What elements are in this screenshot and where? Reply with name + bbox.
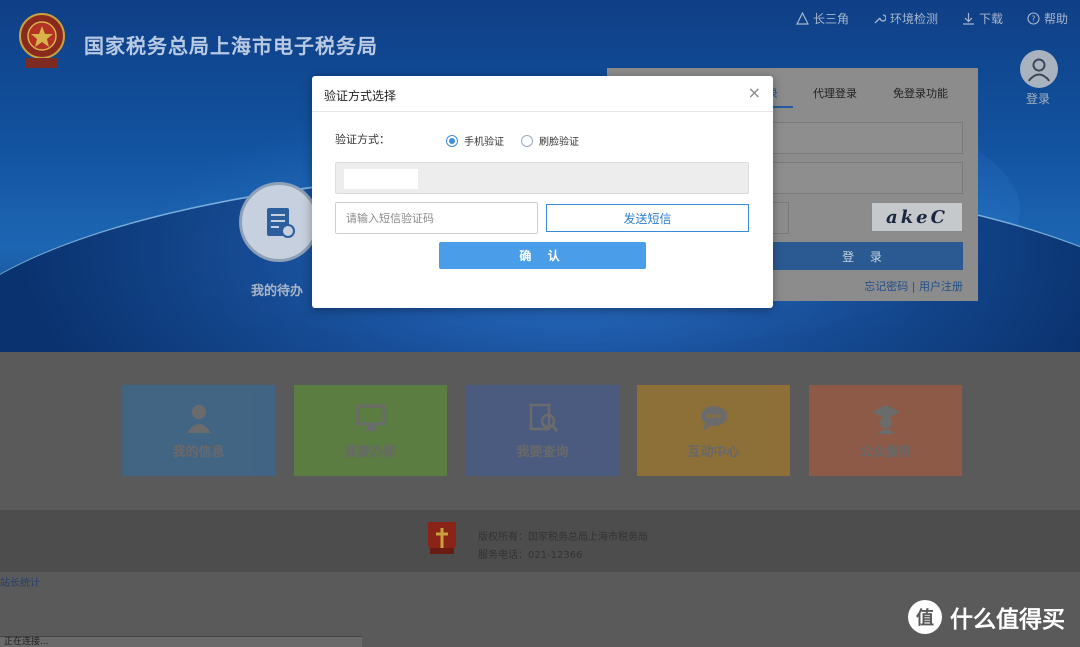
username-field[interactable] [767,122,963,154]
register-link[interactable]: 用户注册 [919,280,963,293]
site-title: 国家税务总局上海市电子税务局 [84,34,378,58]
watermark: 值 什么值得买 [908,600,1065,634]
document-clock-icon [267,208,295,238]
help-circle-icon: ? [1027,12,1040,25]
nav-download[interactable]: 下载 [962,10,1003,27]
monitor-icon [356,404,385,431]
tile-my-info[interactable]: 我的信息 [122,385,275,476]
user-avatar[interactable] [1020,50,1058,88]
verification-modal: 验证方式选择 × 验证方式： 手机验证 刷脸验证 发送短信 确 认 [312,76,773,308]
captcha-image[interactable]: akeC [871,202,963,232]
sms-code-input[interactable] [335,202,538,234]
forgot-password-link[interactable]: 忘记密码 [864,280,908,293]
link-separator: | [911,280,916,293]
tile-public-service[interactable]: 公众服务 [809,385,962,476]
tab-agent-login[interactable]: 代理登录 [813,85,857,101]
nav-env-check[interactable]: 环境检测 [873,10,938,27]
method-label: 验证方式： [335,133,390,146]
watermark-badge: 值 [908,600,942,634]
modal-header: 验证方式选择 × [312,76,773,112]
nav-label: 帮助 [1043,12,1068,26]
search-doc-icon [529,403,558,432]
footer-copyright: 版权所有：国家税务总局上海市税务局 [478,532,648,543]
modal-title: 验证方式选择 [324,89,397,103]
nav-yangtze-delta[interactable]: 长三角 [795,10,849,27]
send-sms-button[interactable]: 发送短信 [546,204,749,232]
stats-link[interactable]: 站长统计 [0,574,40,589]
radio-label: 刷脸验证 [539,137,579,148]
confirm-button[interactable]: 确 认 [439,242,646,269]
top-nav: 长三角 环境检测 下载 ? 帮助 [795,10,1068,27]
login-button[interactable]: 登 录 [767,242,963,270]
wrench-icon [874,14,886,24]
user-login-label[interactable]: 登录 [1026,90,1050,107]
user-icon [1027,58,1051,82]
warning-triangle-icon [795,12,809,25]
tile-query[interactable]: 我要查询 [466,385,619,476]
radio-unchecked-icon [521,134,533,147]
phone-number-field [335,162,749,194]
graduate-icon [871,405,900,434]
radio-checked-icon [446,134,458,147]
nav-label: 下载 [978,12,1003,26]
tile-label: 我要查询 [516,445,569,460]
nav-label: 环境检测 [889,12,938,26]
tile-tax-handling[interactable]: 我要办税 [294,385,447,476]
watermark-text: 什么值得买 [950,607,1065,633]
radio-phone-verify[interactable]: 手机验证 [446,133,504,148]
nav-label: 长三角 [812,12,849,26]
todo-label: 我的待办 [251,284,304,299]
tile-label: 公众服务 [859,445,912,460]
footer-emblem-logo [424,518,460,562]
svg-text:?: ? [1031,15,1035,24]
tile-label: 互动中心 [687,445,740,460]
tile-label: 我要办税 [344,445,397,460]
tile-label: 我的信息 [172,445,225,460]
redacted-phone-number [344,169,418,189]
close-icon[interactable]: × [748,85,761,101]
radio-label: 手机验证 [464,137,504,148]
chat-icon [700,406,727,431]
user-icon [186,405,211,433]
nav-help[interactable]: ? 帮助 [1027,10,1068,27]
tile-interaction-center[interactable]: 互动中心 [637,385,790,476]
password-field[interactable] [767,162,963,194]
todo-button[interactable] [239,182,319,262]
radio-face-verify[interactable]: 刷脸验证 [521,133,579,148]
login-links: 忘记密码 | 用户注册 [864,278,963,294]
status-bar: 正在连接... [0,636,362,647]
tax-emblem-logo[interactable] [16,10,68,70]
tab-no-login-features[interactable]: 免登录功能 [893,85,948,101]
footer-phone: 服务电话：021-12366 [478,550,583,561]
download-icon [962,13,974,25]
